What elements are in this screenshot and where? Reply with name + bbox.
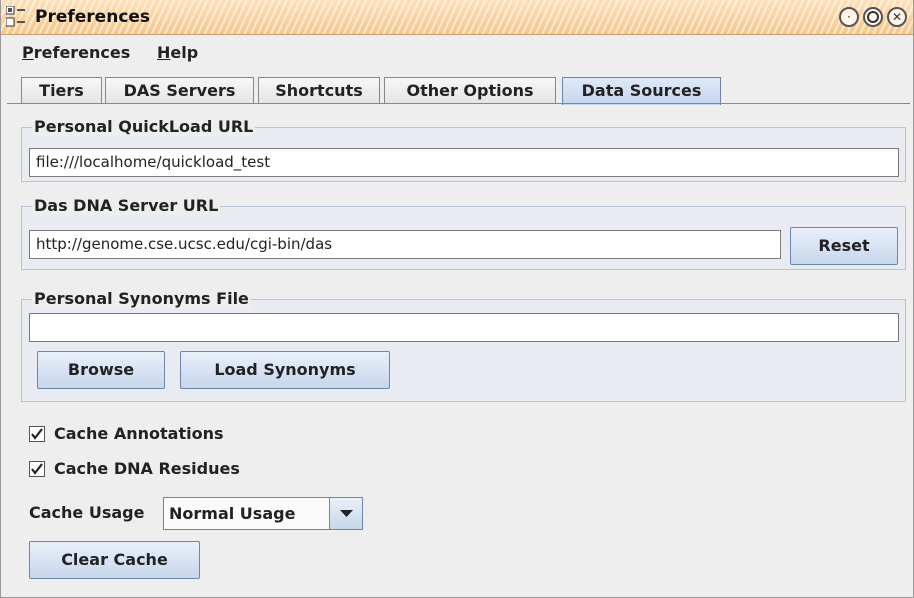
menu-preferences[interactable]: Preferences xyxy=(22,43,130,62)
clear-cache-button[interactable]: Clear Cache xyxy=(29,541,200,579)
window-title: Preferences xyxy=(35,7,151,27)
menu-bar: Preferences Help xyxy=(1,35,913,69)
synonyms-group-title: Personal Synonyms File xyxy=(32,289,251,308)
checkmark-icon xyxy=(31,428,43,440)
tab-data-sources[interactable]: Data Sources xyxy=(562,77,721,105)
cache-dna-residues-checkbox[interactable] xyxy=(29,461,45,477)
app-icon xyxy=(6,6,25,27)
reset-button[interactable]: Reset xyxy=(790,227,898,265)
cache-annotations-checkbox[interactable] xyxy=(29,426,45,442)
preferences-window: Preferences · ✕ Preferences Help Tiers D… xyxy=(0,0,914,598)
das-dna-group-title: Das DNA Server URL xyxy=(32,196,221,215)
tab-shortcuts[interactable]: Shortcuts xyxy=(258,77,380,104)
tab-other-options[interactable]: Other Options xyxy=(384,77,556,104)
load-synonyms-button[interactable]: Load Synonyms xyxy=(180,351,390,389)
maximize-icon[interactable] xyxy=(863,7,883,27)
cache-usage-select[interactable]: Normal Usage xyxy=(163,497,363,530)
synonyms-file-field[interactable] xyxy=(29,313,899,342)
browse-button[interactable]: Browse xyxy=(37,351,165,389)
das-dna-url-field[interactable]: http://genome.cse.ucsc.edu/cgi-bin/das xyxy=(29,230,781,259)
close-icon[interactable]: ✕ xyxy=(887,7,907,27)
quickload-group-title: Personal QuickLoad URL xyxy=(32,117,256,136)
tab-tiers[interactable]: Tiers xyxy=(21,77,102,104)
cache-usage-value: Normal Usage xyxy=(169,504,296,523)
minimize-icon[interactable]: · xyxy=(839,7,859,27)
cache-dna-residues-label: Cache DNA Residues xyxy=(54,459,240,478)
menu-help[interactable]: Help xyxy=(157,43,198,62)
tab-panel-divider xyxy=(7,103,910,104)
tab-das-servers[interactable]: DAS Servers xyxy=(105,77,254,104)
quickload-url-field[interactable]: file:///localhome/quickload_test xyxy=(29,148,899,177)
title-bar[interactable]: Preferences · ✕ xyxy=(1,0,913,35)
cache-usage-label: Cache Usage xyxy=(29,503,145,522)
dropdown-arrow-icon[interactable] xyxy=(329,498,362,529)
checkmark-icon xyxy=(31,463,43,475)
cache-annotations-label: Cache Annotations xyxy=(54,424,224,443)
